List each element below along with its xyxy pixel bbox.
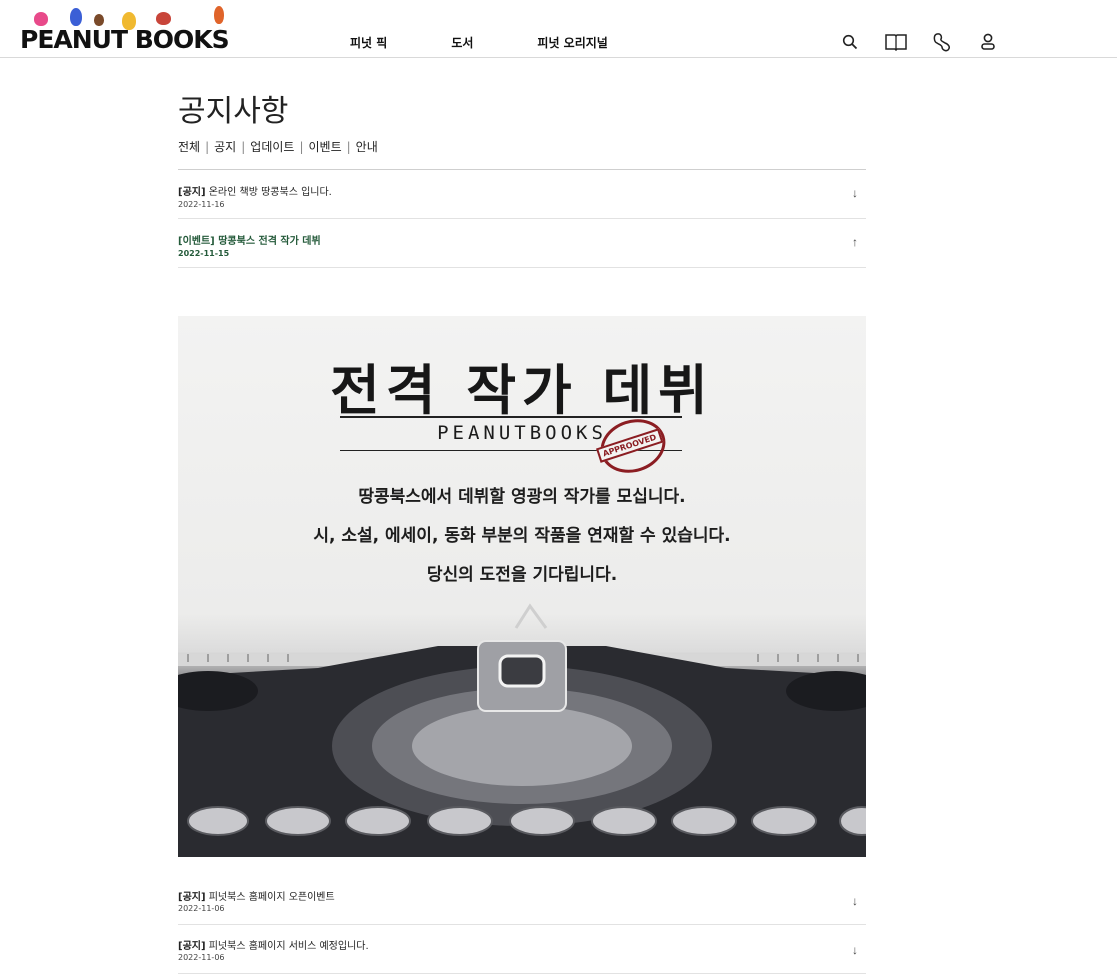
notice-date: 2022-11-06 xyxy=(178,953,225,962)
nav-peanut-original[interactable]: 피넛 오리지널 xyxy=(537,34,607,51)
notice-text: 피넛북스 홈페이지 오픈이벤트 xyxy=(208,892,335,903)
mascot-blue xyxy=(70,8,82,26)
notice-title: [공지] 피넛북스 홈페이지 서비스 예정입니다. xyxy=(178,937,369,952)
notice-item[interactable]: [공지] 피넛북스 홈페이지 오픈이벤트 2022-11-06 ↓ xyxy=(178,876,866,925)
notice-text: 피넛북스 홈페이지 서비스 예정입니다. xyxy=(208,941,369,952)
notice-date: 2022-11-16 xyxy=(178,200,225,209)
event-banner-image: 전격 작가 데뷔 PEANUTBOOKS APPROOVED 땅콩북스에서 데뷔… xyxy=(178,316,866,857)
category-filters: 전체 | 공지 | 업데이트 | 이벤트 | 안내 xyxy=(178,138,866,170)
filter-event[interactable]: 이벤트 xyxy=(309,140,342,154)
mascot-orange xyxy=(214,6,224,24)
notice-tag: [공지] xyxy=(178,187,206,198)
notice-title: [이벤트] 땅콩북스 전격 작가 데뷔 xyxy=(178,232,321,247)
typewriter-illustration: 20 xyxy=(178,603,866,857)
site-logo[interactable]: PEANUT BOOKS xyxy=(20,4,230,54)
notice-item-expanded[interactable]: [이벤트] 땅콩북스 전격 작가 데뷔 2022-11-15 ↑ xyxy=(178,219,866,268)
notice-date: 2022-11-15 xyxy=(178,249,230,258)
filter-separator: | xyxy=(346,140,351,154)
expand-arrow-icon[interactable]: ↓ xyxy=(852,186,858,200)
filter-separator: | xyxy=(205,140,210,154)
search-icon[interactable] xyxy=(838,31,862,53)
filter-update[interactable]: 업데이트 xyxy=(250,140,294,154)
filter-notice[interactable]: 공지 xyxy=(214,140,236,154)
filter-all[interactable]: 전체 xyxy=(178,140,200,154)
peanut-icon[interactable] xyxy=(930,31,954,53)
notice-title: [공지] 온라인 책방 땅콩북스 입니다. xyxy=(178,183,332,198)
book-icon[interactable] xyxy=(884,31,908,53)
notice-text: 땅콩북스 전격 작가 데뷔 xyxy=(218,236,321,247)
notice-tag: [이벤트] xyxy=(178,236,215,247)
site-header: PEANUT BOOKS 피넛 픽 도서 피넛 오리지널 xyxy=(0,0,1117,58)
notice-date: 2022-11-06 xyxy=(178,904,225,913)
notice-title: [공지] 피넛북스 홈페이지 오픈이벤트 xyxy=(178,888,335,903)
notice-text: 온라인 책방 땅콩북스 입니다. xyxy=(208,187,332,198)
notice-section: 공지사항 전체 | 공지 | 업데이트 | 이벤트 | 안내 [공지] 온라인 책방 땅콩북스 … xyxy=(178,92,866,268)
nav-peanut-pick[interactable]: 피넛 픽 xyxy=(350,34,387,51)
notice-list-bottom: [공지] 피넛북스 홈페이지 오픈이벤트 2022-11-06 ↓ [공지] 피… xyxy=(178,876,866,974)
expand-arrow-icon[interactable]: ↓ xyxy=(852,943,858,957)
logo-text: PEANUT BOOKS xyxy=(20,25,230,54)
mascot-red xyxy=(156,12,171,25)
user-icon[interactable] xyxy=(976,31,1000,53)
notice-item[interactable]: [공지] 피넛북스 홈페이지 서비스 예정입니다. 2022-11-06 ↓ xyxy=(178,925,866,974)
expand-arrow-icon[interactable]: ↓ xyxy=(852,894,858,908)
mascot-pink xyxy=(34,12,48,26)
collapse-arrow-icon[interactable]: ↑ xyxy=(852,235,858,249)
page-title: 공지사항 xyxy=(178,94,289,129)
header-icons xyxy=(838,31,1022,53)
main-nav: 피넛 픽 도서 피넛 오리지널 xyxy=(350,34,672,51)
notice-tag: [공지] xyxy=(178,941,206,952)
nav-books[interactable]: 도서 xyxy=(451,34,473,51)
notice-tag: [공지] xyxy=(178,892,206,903)
filter-separator: | xyxy=(299,140,304,154)
filter-separator: | xyxy=(241,140,246,154)
notice-item[interactable]: [공지] 온라인 책방 땅콩북스 입니다. 2022-11-16 ↓ xyxy=(178,170,866,219)
filter-guide[interactable]: 안내 xyxy=(356,140,378,154)
